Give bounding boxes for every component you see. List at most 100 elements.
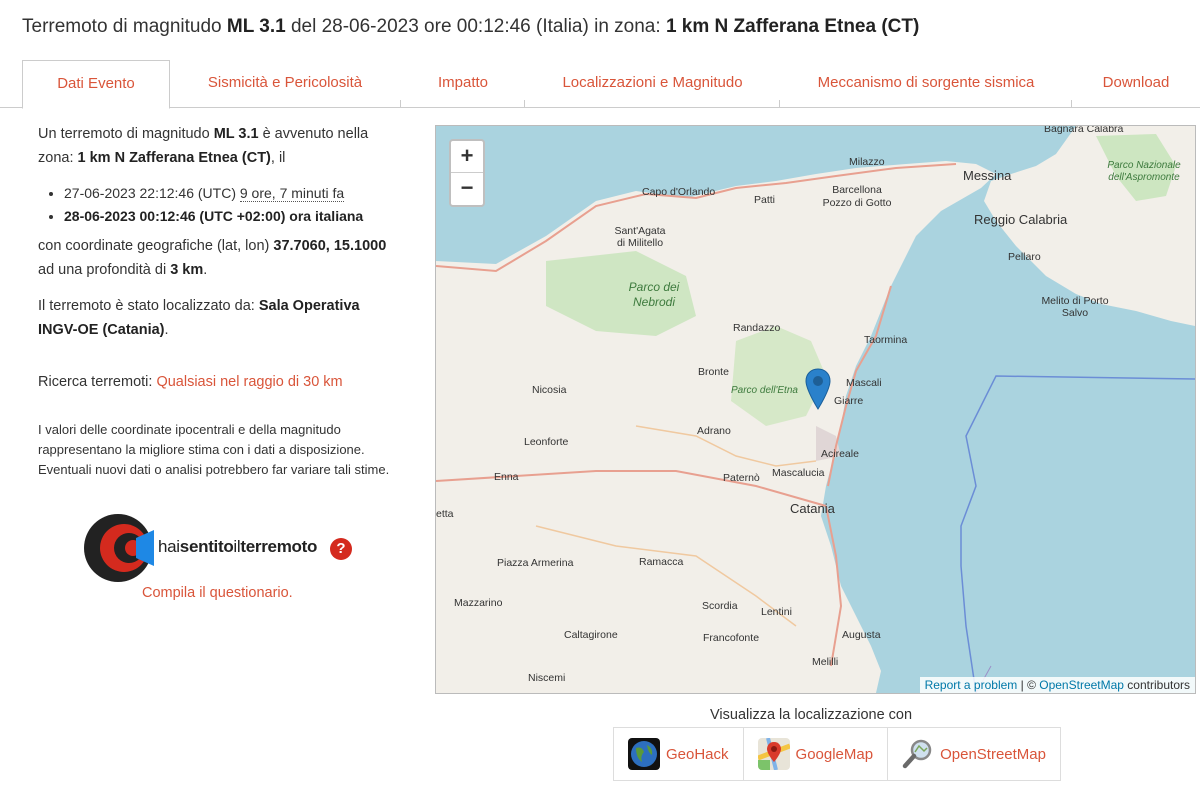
map-label: Lentini (761, 606, 792, 618)
search-earthquakes: Ricerca terremoti: Qualsiasi nel raggio … (38, 370, 398, 394)
osm-magnifier-icon (902, 738, 935, 770)
googlemap-label: GoogleMap (795, 745, 874, 763)
hai-sentito-icon (84, 514, 154, 582)
coord-text: . (203, 262, 208, 278)
tab-dati-evento[interactable]: Dati Evento (22, 60, 170, 109)
osm-link[interactable]: OpenStreetMap (1039, 678, 1124, 692)
map-label: Taormina (864, 334, 908, 346)
event-coordinates: con coordinate geografiche (lat, lon) 37… (38, 234, 398, 282)
attrib-contrib: contributors (1123, 678, 1190, 692)
openstreetmap-button[interactable]: OpenStreetMap (888, 728, 1060, 780)
map-label: Capo d'Orlando (642, 186, 716, 198)
geohack-button[interactable]: GeoHack (614, 728, 744, 780)
maritime-border (960, 375, 1195, 693)
map-attribution: Report a problem | © OpenStreetMap contr… (919, 677, 1195, 693)
map-label: Barcellona Pozzo di Gotto (822, 184, 892, 209)
map-label: Randazzo (733, 322, 781, 334)
map-label: Francofonte (703, 632, 760, 644)
map-label: Milazzo (849, 156, 885, 168)
local-time-item: 28-06-2023 00:12:46 (UTC +02:00) ora ita… (64, 205, 398, 228)
loc-text: Il terremoto è stato localizzato da: (38, 298, 259, 314)
disclaimer-note: I valori delle coordinate ipocentrali e … (38, 422, 390, 477)
map-label: Paternò (723, 472, 760, 484)
map-label: Messina (963, 168, 1012, 183)
event-localized-by: Il terremoto è stato localizzato da: Sal… (38, 294, 398, 342)
report-problem-link[interactable]: Report a problem (925, 678, 1018, 692)
tab-baseline (0, 107, 1200, 108)
tab-localizzazioni[interactable]: Localizzazioni e Magnitudo (525, 60, 780, 107)
map-tiles (436, 126, 1195, 693)
loc-text: . (164, 322, 169, 338)
tab-impatto[interactable]: Impatto (401, 60, 525, 107)
geohack-label: GeoHack (666, 745, 729, 763)
map-label: Adrano (697, 425, 731, 437)
map-label: Mascalucia (772, 467, 825, 479)
hst-hai: hai (158, 537, 180, 556)
visualizza-title: Visualizza la localizzazione con (710, 707, 913, 723)
page-title: Terremoto di magnitudo ML 3.1 del 28-06-… (22, 16, 919, 38)
hai-sentito-text: haisentitoilterremoto (158, 537, 317, 557)
time-ago: 9 ore, 7 minuti fa (239, 185, 345, 202)
event-details: Un terremoto di magnitudo ML 3.1 è avven… (38, 122, 398, 480)
google-maps-icon (757, 738, 790, 770)
map-label: Niscemi (528, 672, 566, 684)
depth-value: 3 km (170, 262, 204, 278)
zoom-in-button[interactable]: + (451, 141, 483, 173)
map-label: Pellaro (1008, 251, 1041, 263)
map-label: Ramacca (639, 556, 684, 568)
googlemap-button[interactable]: GoogleMap (744, 728, 889, 780)
map-label: Parco dell'Etna (731, 385, 798, 396)
coordinates-value: 37.7060, 15.1000 (273, 238, 387, 254)
map-label: Catania (790, 501, 835, 516)
visualizza-buttons: GeoHack GoogleMap OpenStreetMap (613, 727, 1061, 781)
zoom-out-button[interactable]: − (451, 173, 483, 204)
map-label: etta (436, 508, 454, 520)
compila-questionario-link[interactable]: Compila il questionario. (142, 585, 293, 601)
map-label: Acireale (821, 448, 859, 460)
map-label: Patti (754, 194, 776, 206)
globe-icon (628, 738, 660, 770)
map-label: Leonforte (524, 436, 569, 448)
map-label: Mazzarino (454, 597, 503, 609)
zoom-control: + − (449, 139, 485, 207)
map-label: Parco Nazionale dell'Aspromonte (1107, 160, 1181, 183)
hst-terremoto: terremoto (240, 537, 318, 556)
map-label: Melito di Porto Salvo (1041, 295, 1109, 319)
map-label: Parco dei Nebrodi (628, 280, 680, 309)
map-label: Bronte (698, 366, 729, 378)
utc-time: 27-06-2023 22:12:46 (UTC) (64, 185, 240, 201)
utc-time-item: 27-06-2023 22:12:46 (UTC) 9 ore, 7 minut… (64, 182, 398, 205)
title-text: Terremoto di magnitudo (22, 16, 227, 37)
hst-sentito: sentito (179, 537, 234, 556)
tab-meccanismo[interactable]: Meccanismo di sorgente sismica (780, 60, 1072, 107)
map-label: Enna (494, 471, 519, 483)
intro-zone: 1 km N Zafferana Etnea (CT) (77, 150, 271, 166)
map-label: Mascali (846, 377, 882, 389)
title-text: del 28-06-2023 ore 00:12:46 (Italia) in … (285, 16, 666, 37)
title-magnitude: ML 3.1 (226, 16, 286, 37)
map-label: Sant'Agata di Militello (614, 225, 666, 249)
hai-sentito-logo[interactable]: haisentitoilterremoto ? (84, 513, 374, 583)
tab-sismicita[interactable]: Sismicità e Pericolosità (169, 60, 401, 107)
map-label: Giarre (834, 395, 864, 407)
local-time: 28-06-2023 00:12:46 (UTC +02:00) ora ita… (64, 208, 364, 224)
map-label: Scordia (702, 600, 738, 612)
tab-bar: Dati Evento Sismicità e Pericolosità Imp… (0, 60, 1200, 109)
map-label: Piazza Armerina (497, 557, 574, 569)
tab-download[interactable]: Download (1072, 60, 1200, 107)
coord-text: ad una profondità di (38, 262, 171, 278)
search-label: Ricerca terremoti: (38, 374, 157, 390)
map-label: Melilli (812, 656, 839, 668)
map-label: Nicosia (532, 384, 567, 396)
search-radius-link[interactable]: Qualsiasi nel raggio di 30 km (156, 374, 342, 390)
map-label: Bagnara Calabra (1044, 125, 1124, 135)
intro-magnitude: ML 3.1 (213, 126, 259, 142)
intro-text: Un terremoto di magnitudo (38, 126, 214, 142)
coord-text: con coordinate geografiche (lat, lon) (38, 238, 274, 254)
map-label: Caltagirone (564, 629, 618, 641)
intro-text: , il (270, 150, 286, 166)
event-map[interactable]: Bagnara Calabra Milazzo Messina Parco Na… (435, 125, 1196, 694)
map-label: Reggio Calabria (974, 212, 1068, 227)
openstreetmap-label: OpenStreetMap (940, 745, 1046, 763)
attrib-sep: | © (1017, 678, 1040, 692)
